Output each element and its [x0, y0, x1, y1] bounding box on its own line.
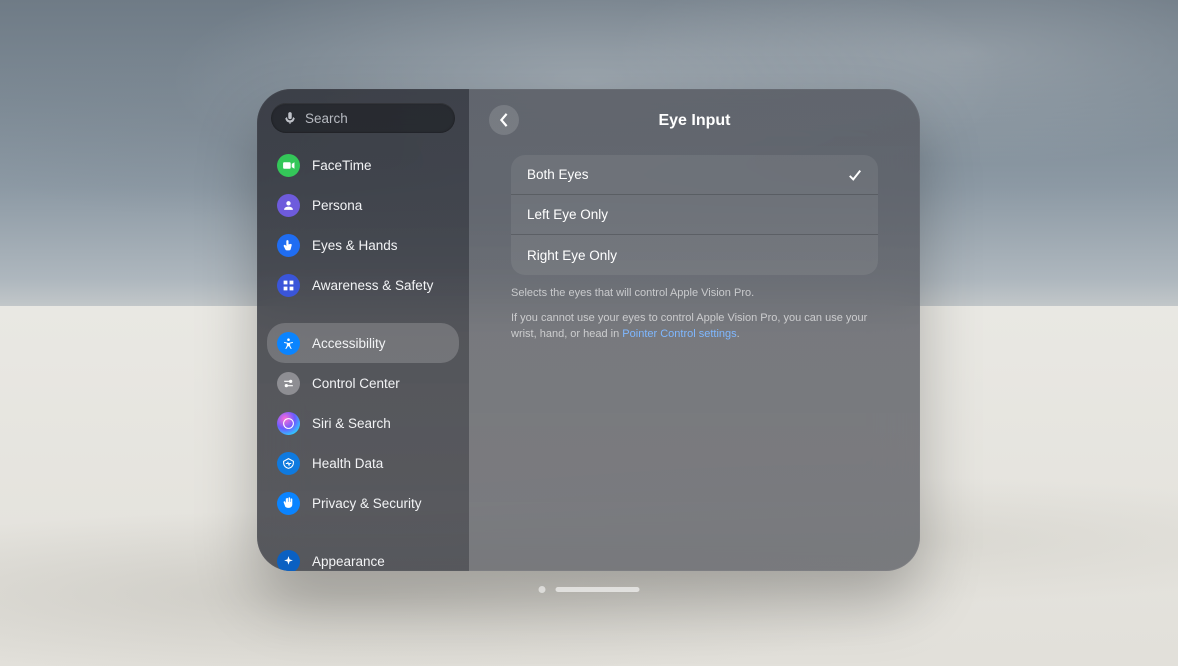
microphone-icon: [283, 111, 297, 125]
footer-line-1: Selects the eyes that will control Apple…: [511, 285, 878, 302]
sidebar-item-label: FaceTime: [312, 158, 372, 173]
siri-icon: [277, 412, 300, 435]
page-title: Eye Input: [658, 112, 730, 130]
sidebar-item-label: Appearance: [312, 554, 385, 569]
option-label: Both Eyes: [527, 167, 589, 182]
health-icon: [277, 452, 300, 475]
sidebar-item-persona[interactable]: Persona: [267, 185, 459, 225]
option-label: Left Eye Only: [527, 207, 608, 222]
main-panel: Eye Input Both Eyes Left Eye Only Right Ey…: [469, 89, 920, 571]
sidebar-item-privacy[interactable]: Privacy & Security: [267, 483, 459, 523]
main-header: Eye Input: [489, 103, 900, 139]
option-left-eye-only[interactable]: Left Eye Only: [511, 195, 878, 235]
sidebar-gap: [267, 305, 459, 323]
footer-text-after: .: [737, 328, 740, 340]
hand-raised-icon: [277, 492, 300, 515]
sparkle-icon: [277, 550, 300, 572]
sidebar-gap: [267, 523, 459, 541]
sidebar: FaceTime Persona Eyes & Hands Awareness & S…: [257, 89, 469, 571]
sidebar-item-appearance[interactable]: Appearance: [267, 541, 459, 571]
accessibility-icon: [277, 332, 300, 355]
sidebar-item-siri[interactable]: Siri & Search: [267, 403, 459, 443]
sidebar-nav: FaceTime Persona Eyes & Hands Awareness & S…: [265, 145, 461, 571]
video-icon: [277, 154, 300, 177]
sidebar-item-label: Control Center: [312, 376, 400, 391]
search-field[interactable]: [271, 103, 455, 133]
eye-input-options: Both Eyes Left Eye Only Right Eye Only: [511, 155, 878, 275]
person-icon: [277, 194, 300, 217]
sidebar-item-eyes-hands[interactable]: Eyes & Hands: [267, 225, 459, 265]
sidebar-item-label: Eyes & Hands: [312, 238, 398, 253]
option-right-eye-only[interactable]: Right Eye Only: [511, 235, 878, 275]
sidebar-item-label: Accessibility: [312, 336, 386, 351]
sidebar-item-facetime[interactable]: FaceTime: [267, 145, 459, 185]
back-button[interactable]: [489, 105, 519, 135]
switches-icon: [277, 372, 300, 395]
page-dot[interactable]: [539, 586, 546, 593]
footer-line-2: If you cannot use your eyes to control A…: [511, 310, 878, 343]
sidebar-item-label: Persona: [312, 198, 362, 213]
option-both-eyes[interactable]: Both Eyes: [511, 155, 878, 195]
sidebar-item-health[interactable]: Health Data: [267, 443, 459, 483]
sidebar-item-label: Siri & Search: [312, 416, 391, 431]
option-label: Right Eye Only: [527, 248, 617, 263]
sidebar-item-accessibility[interactable]: Accessibility: [267, 323, 459, 363]
sidebar-item-awareness[interactable]: Awareness & Safety: [267, 265, 459, 305]
sidebar-item-label: Privacy & Security: [312, 496, 422, 511]
pointer-control-link[interactable]: Pointer Control settings: [622, 328, 736, 340]
sidebar-item-label: Awareness & Safety: [312, 278, 433, 293]
page-indicator: [539, 586, 640, 593]
settings-window: FaceTime Persona Eyes & Hands Awareness & S…: [257, 89, 920, 571]
grid-icon: [277, 274, 300, 297]
hand-point-icon: [277, 234, 300, 257]
search-input[interactable]: [305, 111, 482, 126]
home-indicator[interactable]: [556, 587, 640, 592]
checkmark-icon: [848, 168, 862, 182]
sidebar-item-label: Health Data: [312, 456, 383, 471]
chevron-left-icon: [499, 113, 509, 127]
sidebar-item-control-center[interactable]: Control Center: [267, 363, 459, 403]
